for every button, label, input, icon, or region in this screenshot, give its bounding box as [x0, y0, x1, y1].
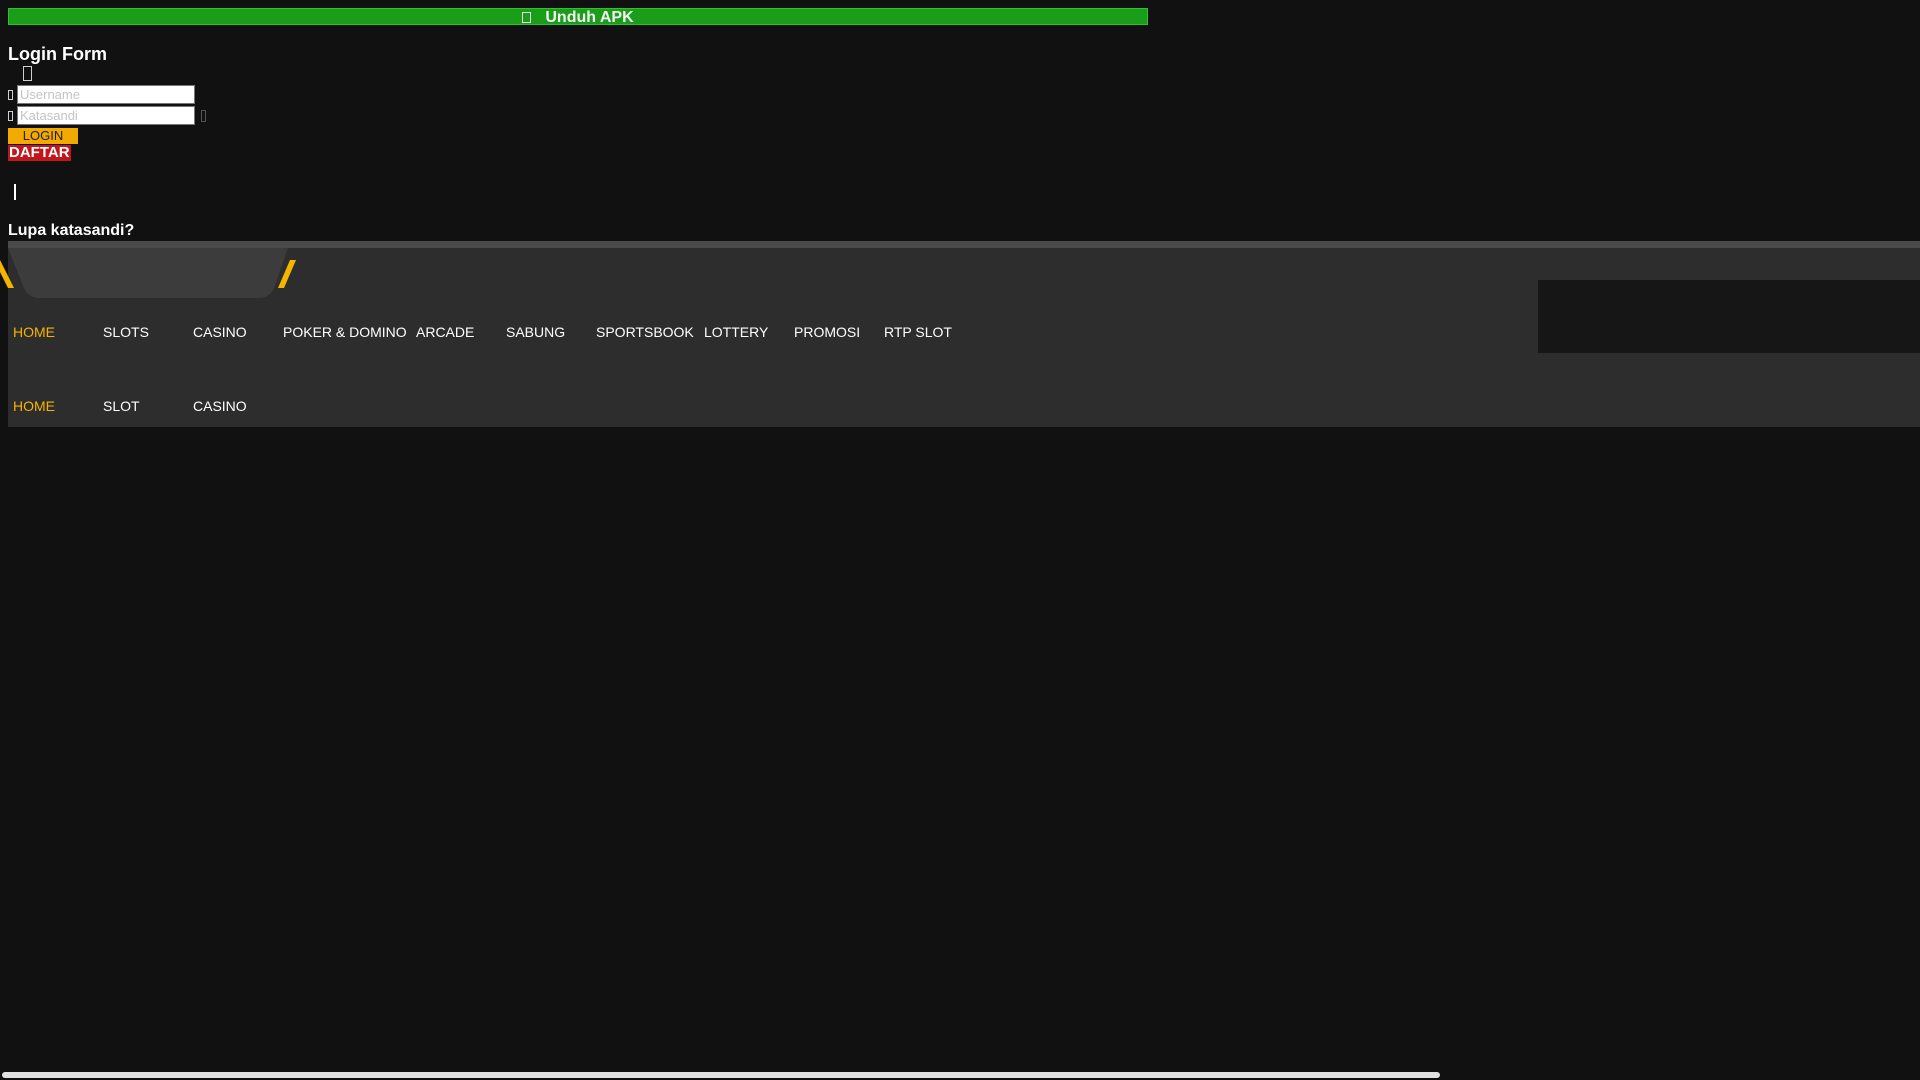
close-icon[interactable]	[23, 66, 32, 81]
username-row	[8, 85, 195, 104]
nav-item-arcade[interactable]: ARCADE	[411, 324, 501, 340]
secondary-nav: HOME SLOT CASINO	[8, 398, 278, 414]
nav-item-casino[interactable]: CASINO	[188, 324, 278, 340]
login-button[interactable]: LOGIN	[8, 128, 78, 144]
password-row	[8, 106, 206, 125]
main-nav: HOME SLOTS CASINO POKER & DOMINO ARCADE …	[8, 324, 969, 340]
login-form-title: Login Form	[8, 44, 107, 64]
nav-item-poker-domino[interactable]: POKER & DOMINO	[278, 324, 411, 340]
password-input[interactable]	[17, 106, 195, 125]
subnav-item-home[interactable]: HOME	[8, 398, 98, 414]
lock-icon	[8, 110, 13, 121]
user-icon	[8, 89, 13, 100]
subnav-item-slot[interactable]: SLOT	[98, 398, 188, 414]
nav-item-home[interactable]: HOME	[8, 324, 98, 340]
nav-item-slots[interactable]: SLOTS	[98, 324, 188, 340]
forgot-password-link[interactable]: Lupa katasandi?	[8, 222, 134, 240]
scrollbar-thumb[interactable]	[2, 1072, 1440, 1078]
header-banner	[1538, 280, 1920, 353]
nav-item-promosi[interactable]: PROMOSI	[789, 324, 879, 340]
nav-item-sportsbook[interactable]: SPORTSBOOK	[591, 324, 699, 340]
site-logo[interactable]	[0, 248, 312, 300]
register-button[interactable]: DAFTAR	[8, 145, 71, 161]
logo-plate-icon	[8, 248, 288, 298]
subnav-item-casino[interactable]: CASINO	[188, 398, 278, 414]
username-input[interactable]	[17, 85, 195, 104]
nav-item-rtp-slot[interactable]: RTP SLOT	[879, 324, 969, 340]
logo-left-bracket-icon	[0, 260, 14, 288]
page: Unduh APK Login Form LOGIN DAFTAR Lupa k…	[0, 0, 1920, 1080]
separator-divider	[14, 184, 16, 200]
download-apk-button[interactable]: Unduh APK	[8, 8, 1148, 26]
download-apk-label: Unduh APK	[545, 9, 634, 26]
android-icon	[522, 12, 532, 23]
nav-item-lottery[interactable]: LOTTERY	[699, 324, 789, 340]
eye-icon[interactable]	[201, 109, 206, 122]
nav-item-sabung[interactable]: SABUNG	[501, 324, 591, 340]
